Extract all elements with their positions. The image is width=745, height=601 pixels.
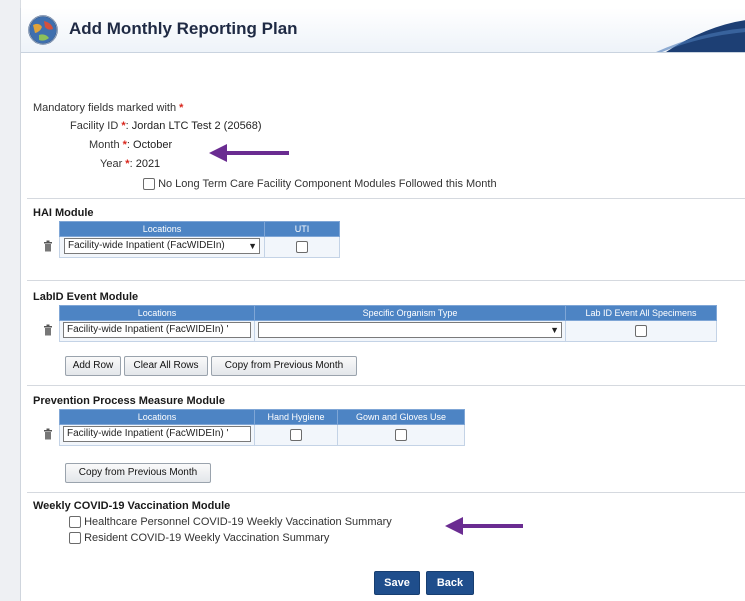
no-ltcf-option[interactable]: No Long Term Care Facility Component Mod… (143, 178, 497, 191)
labid-organism-select[interactable]: ▼ (258, 321, 562, 338)
colon: : (129, 158, 133, 170)
hai-location-value: Facility-wide Inpatient (FacWIDEIn) (68, 239, 225, 251)
add-row-button[interactable]: Add Row (65, 356, 121, 376)
required-mark: * (179, 102, 184, 114)
prevention-table: Locations Hand Hygiene Gown and Gloves U… (37, 409, 465, 446)
no-ltcf-checkbox[interactable] (143, 178, 155, 191)
labid-header-spacer (37, 305, 60, 321)
labid-table: Locations Specific Organism Type Lab ID … (37, 305, 717, 342)
table-row: Facility-wide Inpatient (FacWIDEIn) ' (37, 424, 465, 446)
dropdown-arrow-icon: ▼ (248, 240, 257, 251)
colon: : (126, 139, 130, 151)
month-row: Month *: October (89, 139, 172, 151)
labid-all-specimens-checkbox[interactable] (635, 325, 647, 338)
labid-all-specimens-cell (565, 320, 717, 342)
page-title: Add Monthly Reporting Plan (69, 19, 298, 38)
no-ltcf-label: No Long Term Care Facility Component Mod… (158, 178, 497, 190)
colon: : (125, 120, 129, 132)
hai-module-title: HAI Module (33, 207, 94, 219)
prevention-location-cell: Facility-wide Inpatient (FacWIDEIn) ' (59, 424, 255, 446)
prevention-header-spacer (37, 409, 60, 425)
save-button[interactable]: Save (374, 571, 420, 595)
mandatory-note: Mandatory fields marked with * (33, 102, 183, 114)
trash-icon[interactable] (37, 424, 60, 446)
trash-icon[interactable] (37, 320, 60, 342)
hai-uti-cell (264, 236, 340, 258)
prevention-location-value: Facility-wide Inpatient (FacWIDEIn) ' (67, 427, 229, 439)
hand-hygiene-checkbox[interactable] (290, 429, 302, 442)
labid-table-header: Locations Specific Organism Type Lab ID … (37, 305, 717, 321)
labid-module-title: LabID Event Module (33, 291, 139, 303)
month-value: October (133, 139, 173, 151)
hcp-covid-checkbox[interactable] (69, 516, 81, 529)
year-row: Year *: 2021 (100, 158, 160, 170)
prevention-col-hand-hygiene: Hand Hygiene (254, 409, 338, 425)
month-label: Month (89, 139, 120, 151)
prevention-copy-previous-button[interactable]: Copy from Previous Month (65, 463, 211, 483)
labid-location-select[interactable]: Facility-wide Inpatient (FacWIDEIn) ' (63, 321, 251, 338)
prevention-col-locations: Locations (59, 409, 255, 425)
mandatory-note-text: Mandatory fields marked with (33, 102, 177, 114)
year-label: Year (100, 158, 123, 170)
left-sidebar-strip (0, 0, 21, 601)
hai-col-locations: Locations (59, 221, 265, 237)
resident-covid-checkbox[interactable] (69, 532, 81, 545)
annotation-arrow-icon (445, 517, 523, 535)
resident-covid-option[interactable]: Resident COVID-19 Weekly Vaccination Sum… (69, 532, 330, 545)
hai-location-select[interactable]: Facility-wide Inpatient (FacWIDEIn) ▼ (64, 237, 260, 254)
page-header: Add Monthly Reporting Plan (21, 8, 745, 53)
labid-location-value: Facility-wide Inpatient (FacWIDEIn) ' (67, 323, 229, 335)
facility-id-row: Facility ID *: Jordan LTC Test 2 (20568) (70, 120, 262, 132)
divider (27, 280, 745, 281)
prevention-location-select[interactable]: Facility-wide Inpatient (FacWIDEIn) ' (63, 425, 251, 442)
hai-table: Locations UTI Facility-wide Inpatient (F… (37, 221, 340, 258)
hai-location-cell: Facility-wide Inpatient (FacWIDEIn) ▼ (59, 236, 265, 258)
labid-col-locations: Locations (59, 305, 255, 321)
back-button[interactable]: Back (426, 571, 474, 595)
prevention-hand-hygiene-cell (254, 424, 338, 446)
hai-table-header: Locations UTI (37, 221, 340, 237)
covid-module-title: Weekly COVID-19 Vaccination Module (33, 500, 231, 512)
gown-gloves-checkbox[interactable] (395, 429, 407, 442)
divider (27, 198, 745, 199)
hcp-covid-option[interactable]: Healthcare Personnel COVID-19 Weekly Vac… (69, 516, 392, 529)
year-value: 2021 (135, 158, 161, 170)
clear-all-rows-button[interactable]: Clear All Rows (124, 356, 208, 376)
prevention-table-header: Locations Hand Hygiene Gown and Gloves U… (37, 409, 465, 425)
facility-id-value: Jordan LTC Test 2 (20568) (131, 120, 262, 132)
labid-col-organism: Specific Organism Type (254, 305, 566, 321)
header-decoration (656, 20, 745, 52)
hai-uti-checkbox[interactable] (296, 241, 308, 254)
hcp-covid-label: Healthcare Personnel COVID-19 Weekly Vac… (84, 516, 392, 528)
divider (27, 492, 745, 493)
hai-col-uti: UTI (264, 221, 340, 237)
annotation-arrow-icon (209, 144, 289, 162)
main-panel: Add Monthly Reporting Plan Mandatory fie… (20, 8, 745, 601)
table-row: Facility-wide Inpatient (FacWIDEIn) ' ▼ (37, 320, 717, 342)
prevention-module-title: Prevention Process Measure Module (33, 395, 225, 407)
labid-copy-previous-button[interactable]: Copy from Previous Month (211, 356, 357, 376)
dropdown-arrow-icon: ▼ (550, 324, 559, 335)
prevention-col-gown-gloves: Gown and Gloves Use (337, 409, 465, 425)
trash-icon[interactable] (37, 236, 60, 258)
divider (27, 385, 745, 386)
labid-col-all-specimens: Lab ID Event All Specimens (565, 305, 717, 321)
facility-id-label: Facility ID (70, 120, 119, 132)
table-row: Facility-wide Inpatient (FacWIDEIn) ▼ (37, 236, 340, 258)
globe-logo-icon (28, 15, 58, 45)
hai-header-spacer (37, 221, 60, 237)
resident-covid-label: Resident COVID-19 Weekly Vaccination Sum… (84, 532, 330, 544)
labid-location-cell: Facility-wide Inpatient (FacWIDEIn) ' (59, 320, 255, 342)
prevention-gown-gloves-cell (337, 424, 465, 446)
labid-organism-cell: ▼ (254, 320, 566, 342)
